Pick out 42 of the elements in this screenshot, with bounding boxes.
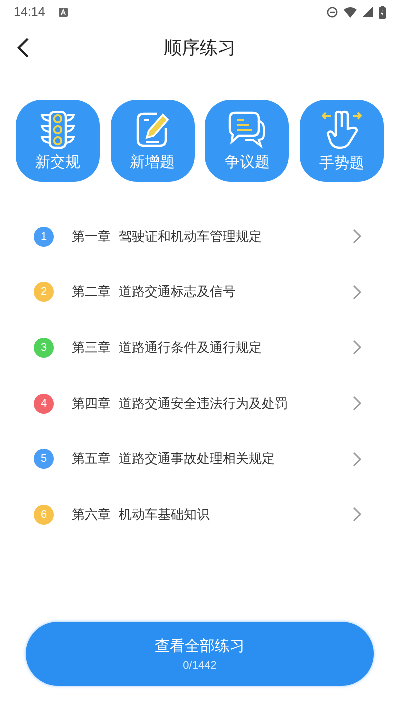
chevron-right-icon <box>353 340 362 356</box>
chat-bubbles-icon <box>228 110 266 148</box>
page-title: 顺序练习 <box>164 37 236 60</box>
chapter-title: 机动车基础知识 <box>119 506 210 524</box>
chapter-number-badge: 1 <box>34 226 54 247</box>
chapter-label: 第三章 <box>72 340 111 357</box>
chapter-item[interactable]: 2 第二章 道路交通标志及信号 <box>0 264 400 320</box>
wifi-icon <box>344 6 357 18</box>
chevron-right-icon <box>353 507 362 522</box>
battery-icon <box>379 6 386 18</box>
signal-icon <box>363 7 373 17</box>
chevron-right-icon <box>353 452 362 467</box>
chapter-number-badge: 3 <box>34 338 54 358</box>
chapter-label: 第六章 <box>72 506 111 524</box>
chevron-right-icon <box>353 284 362 300</box>
chapter-number-badge: 4 <box>34 394 54 414</box>
chapter-item[interactable]: 4 第四章 道路交通安全违法行为及处罚 <box>0 376 400 432</box>
chapter-item[interactable]: 3 第三章 道路通行条件及通行规定 <box>0 320 400 376</box>
note-pencil-icon <box>134 110 171 148</box>
status-time: 14:14 <box>14 5 46 19</box>
chapter-title: 道路交通安全违法行为及处罚 <box>119 396 288 413</box>
chapter-item[interactable]: 6 第六章 机动车基础知识 <box>0 486 400 543</box>
chapter-label: 第二章 <box>72 284 111 302</box>
chapter-title: 道路通行条件及通行规定 <box>119 340 262 357</box>
traffic-light-icon <box>40 110 76 148</box>
chapter-label: 第五章 <box>72 451 111 468</box>
chevron-right-icon <box>353 396 362 412</box>
chapter-label: 第一章 <box>72 228 111 246</box>
chapter-item[interactable]: 1 第一章 驾驶证和机动车管理规定 <box>0 209 400 265</box>
chapter-number-badge: 2 <box>34 282 54 302</box>
chapter-number-badge: 5 <box>34 449 54 470</box>
chapter-item[interactable]: 5 第五章 道路交通事故处理相关规定 <box>0 431 400 487</box>
back-icon[interactable] <box>16 37 30 59</box>
chapter-label: 第四章 <box>72 396 111 413</box>
chevron-right-icon <box>353 229 362 244</box>
two-finger-swipe-icon <box>322 110 362 150</box>
chapter-title: 道路交通标志及信号 <box>119 284 236 302</box>
notification-icon <box>59 8 68 16</box>
do-not-disturb-icon <box>327 6 338 18</box>
chapter-number-badge: 6 <box>34 504 54 525</box>
chapter-title: 道路交通事故处理相关规定 <box>119 451 275 468</box>
chapter-title: 驾驶证和机动车管理规定 <box>119 228 262 246</box>
